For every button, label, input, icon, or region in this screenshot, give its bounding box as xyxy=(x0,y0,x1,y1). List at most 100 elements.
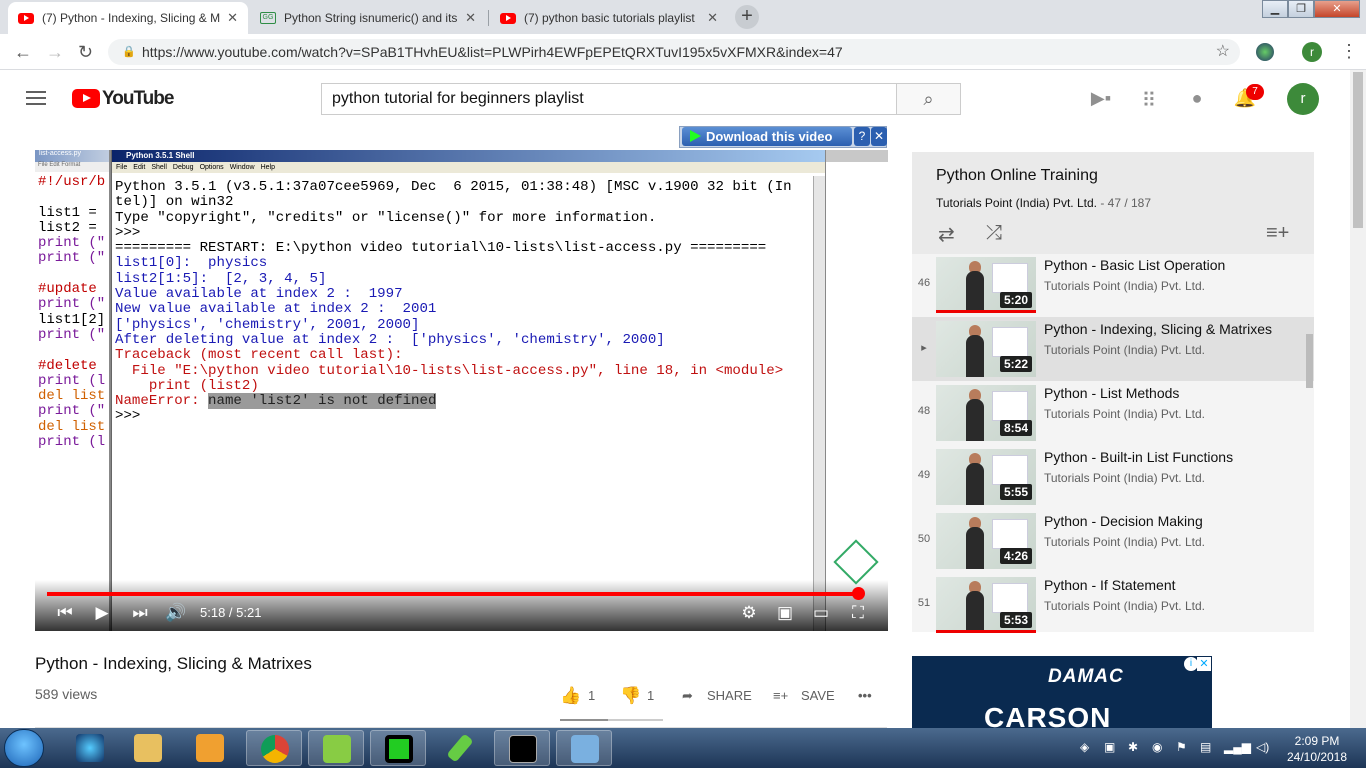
dislike-count[interactable]: 1 xyxy=(647,688,654,703)
media-player-icon[interactable] xyxy=(182,730,238,766)
close-tab-icon[interactable]: ✕ xyxy=(707,10,718,26)
control-panel-icon[interactable] xyxy=(556,730,612,766)
shuffle-icon[interactable]: ⤮ xyxy=(986,222,1002,245)
video-thumbnail[interactable]: 5:55 xyxy=(936,449,1036,505)
internet-explorer-icon[interactable] xyxy=(62,730,118,766)
start-button[interactable] xyxy=(4,729,44,767)
share-button[interactable]: SHARE xyxy=(707,688,752,703)
playlist-item[interactable]: ▸ 5:22 Python - Indexing, Slicing & Matrix… xyxy=(912,317,1314,381)
playlist-item-title[interactable]: Python - Decision Making xyxy=(1044,513,1203,529)
settings-gear-icon[interactable]: ⚙ xyxy=(737,603,761,623)
share-icon[interactable]: ➦ xyxy=(682,688,693,704)
chrome-menu-icon[interactable]: ⋮ xyxy=(1340,41,1358,62)
utility-icon[interactable] xyxy=(432,730,488,766)
add-to-playlist-icon[interactable]: ≡+ xyxy=(1266,222,1289,245)
browser-tab[interactable]: (7) python basic tutorials playlist ✕ xyxy=(490,2,728,34)
tray-app-icon[interactable]: ◉ xyxy=(1152,740,1162,754)
playlist-title[interactable]: Python Online Training xyxy=(936,167,1098,185)
save-playlist-icon[interactable]: ≡+ xyxy=(773,688,788,703)
progress-scrubber[interactable] xyxy=(851,587,865,600)
loop-icon[interactable]: ⇄ xyxy=(938,222,955,247)
account-avatar[interactable]: r xyxy=(1287,83,1319,115)
playlist-scrollbar[interactable] xyxy=(1306,334,1313,388)
fullscreen-icon[interactable]: ⛶ xyxy=(846,603,870,623)
play-icon[interactable]: ▶ xyxy=(90,603,114,623)
youtube-logo-text[interactable]: YouTube xyxy=(102,88,174,110)
new-tab-button[interactable]: + xyxy=(735,5,759,29)
profile-avatar[interactable]: r xyxy=(1302,42,1322,62)
playlist-item-title[interactable]: Python - Built-in List Functions xyxy=(1044,449,1233,465)
page-scrollbar[interactable] xyxy=(1350,70,1366,728)
messages-icon[interactable]: ● xyxy=(1185,88,1209,110)
video-thumbnail[interactable]: 5:20 xyxy=(936,257,1036,313)
chrome-icon[interactable] xyxy=(246,730,302,766)
bluetooth-icon[interactable]: ✱ xyxy=(1128,740,1138,754)
dislike-icon[interactable]: 👎 xyxy=(620,686,641,706)
save-button[interactable]: SAVE xyxy=(801,688,835,703)
video-thumbnail[interactable]: 8:54 xyxy=(936,385,1036,441)
pycharm-icon[interactable] xyxy=(370,730,426,766)
ad-info-icon[interactable]: i xyxy=(1184,657,1198,671)
progress-bar[interactable] xyxy=(47,592,858,596)
playlist-item-title[interactable]: Python - Basic List Operation xyxy=(1044,257,1225,273)
tray-device-icon[interactable]: ▤ xyxy=(1200,740,1211,754)
theater-mode-icon[interactable]: ▭ xyxy=(809,603,833,623)
idle-editor-window: list-access.py File Edit Format #!/usr/b… xyxy=(35,150,111,631)
playlist-item-title[interactable]: Python - List Methods xyxy=(1044,385,1179,401)
video-thumbnail[interactable]: 4:26 xyxy=(936,513,1036,569)
shell-title-bar: Python 3.5.1 Shell xyxy=(112,150,825,162)
search-button[interactable]: ⌕ xyxy=(896,83,961,115)
close-download-bar-icon[interactable]: ✕ xyxy=(871,127,887,146)
command-prompt-icon[interactable] xyxy=(494,730,550,766)
playlist-item[interactable]: 51 5:53 Python - If Statement Tutorials Poi… xyxy=(912,573,1314,637)
video-player[interactable]: list-access.py File Edit Format #!/usr/b… xyxy=(35,150,888,631)
file-explorer-icon[interactable] xyxy=(120,730,176,766)
volume-tray-icon[interactable]: ◁) xyxy=(1256,740,1269,754)
help-icon[interactable]: ? xyxy=(854,127,870,146)
close-tab-icon[interactable]: ✕ xyxy=(227,10,238,26)
advertisement[interactable]: DAMAC CARSON i ✕ xyxy=(912,656,1212,728)
address-bar[interactable]: 🔒 https://www.youtube.com/watch?v=SPaB1T… xyxy=(108,39,1240,65)
tray-flag-icon[interactable]: ⚑ xyxy=(1176,740,1187,754)
volume-icon[interactable]: 🔊 xyxy=(164,603,188,623)
hamburger-menu-icon[interactable] xyxy=(26,91,46,109)
tray-network-icon[interactable]: ◈ xyxy=(1080,740,1089,754)
video-thumbnail[interactable]: 5:53 xyxy=(936,577,1036,633)
next-icon[interactable]: ⏭ xyxy=(128,603,152,623)
thumbnail-slide xyxy=(992,263,1028,293)
notepad-plus-plus-icon[interactable] xyxy=(308,730,364,766)
apps-grid-icon[interactable]: ⠿ xyxy=(1137,88,1161,112)
close-window-button[interactable]: ✕ xyxy=(1314,0,1360,18)
back-icon[interactable]: ← xyxy=(14,42,32,63)
reload-icon[interactable]: ↻ xyxy=(78,42,93,63)
video-thumbnail[interactable]: 5:22 xyxy=(936,321,1036,377)
maximize-window-button[interactable]: ❐ xyxy=(1288,0,1314,18)
ad-close-icon[interactable]: ✕ xyxy=(1197,657,1211,671)
playlist-item[interactable]: 49 5:55 Python - Built-in List Functions Tu… xyxy=(912,445,1314,509)
download-video-button[interactable]: Download this video xyxy=(682,127,852,146)
close-tab-icon[interactable]: ✕ xyxy=(465,10,476,26)
minimize-window-button[interactable]: ▁ xyxy=(1262,0,1288,18)
extension-icon[interactable] xyxy=(1256,43,1274,61)
browser-tab[interactable]: GG Python String isnumeric() and its ✕ xyxy=(250,2,486,34)
playlist-item[interactable]: 46 5:20 Python - Basic List Operation Tutor… xyxy=(912,253,1314,317)
playlist-channel[interactable]: Tutorials Point (India) Pvt. Ltd. xyxy=(936,196,1097,210)
playlist-item[interactable]: 48 8:54 Python - List Methods Tutorials Poi… xyxy=(912,381,1314,445)
wifi-signal-icon[interactable]: ▂▄▆ xyxy=(1224,740,1251,754)
forward-icon[interactable]: → xyxy=(46,42,64,63)
system-clock[interactable]: 2:09 PM 24/10/2018 xyxy=(1282,733,1352,765)
previous-icon[interactable]: ⏮ xyxy=(53,603,77,623)
more-actions-icon[interactable]: ••• xyxy=(858,688,872,703)
browser-tab-active[interactable]: (7) Python - Indexing, Slicing & M ✕ xyxy=(8,2,248,34)
tray-display-icon[interactable]: ▣ xyxy=(1104,740,1115,754)
miniplayer-icon[interactable]: ▣ xyxy=(773,603,797,623)
playlist-item-title[interactable]: Python - Indexing, Slicing & Matrixes xyxy=(1044,321,1272,337)
like-icon[interactable]: 👍 xyxy=(560,686,581,706)
bookmark-star-icon[interactable]: ☆ xyxy=(1216,39,1230,65)
search-input[interactable]: python tutorial for beginners playlist xyxy=(321,83,897,115)
youtube-logo-icon[interactable] xyxy=(72,89,100,108)
create-video-icon[interactable]: ▶▪ xyxy=(1089,88,1113,110)
playlist-item[interactable]: 50 4:26 Python - Decision Making Tutorials … xyxy=(912,509,1314,573)
playlist-item-title[interactable]: Python - If Statement xyxy=(1044,577,1176,593)
like-count[interactable]: 1 xyxy=(588,688,595,703)
